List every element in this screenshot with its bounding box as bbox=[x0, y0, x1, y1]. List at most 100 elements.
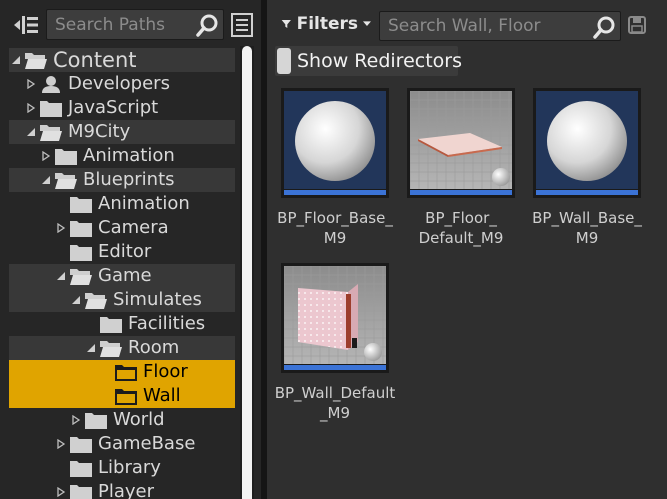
tree-item[interactable]: Developers bbox=[9, 72, 235, 96]
expanded-arrow-icon[interactable] bbox=[54, 271, 68, 281]
tree-item[interactable]: Facilities bbox=[9, 312, 235, 336]
view-options-button[interactable] bbox=[230, 12, 254, 38]
asset-tile[interactable] bbox=[281, 263, 389, 373]
tree-item[interactable]: Player bbox=[9, 480, 235, 499]
expanded-arrow-icon[interactable] bbox=[24, 127, 38, 137]
tree-item[interactable]: M9City bbox=[9, 120, 235, 144]
tree-item[interactable]: Wall bbox=[9, 384, 235, 408]
folder-open-icon bbox=[53, 169, 79, 191]
user-icon bbox=[38, 73, 64, 95]
folder-icon bbox=[68, 217, 94, 239]
asset-tile[interactable] bbox=[533, 88, 641, 198]
tree-item-label: JavaScript bbox=[68, 97, 159, 118]
asset-thumbnail bbox=[410, 91, 512, 189]
collapse-sources-button[interactable] bbox=[12, 12, 40, 38]
folder-tree: Content Developers JavaScript M9City Animati… bbox=[9, 46, 235, 499]
expanded-arrow-icon[interactable] bbox=[84, 343, 98, 353]
folder-icon bbox=[98, 313, 124, 335]
tree-item-label: Camera bbox=[98, 217, 169, 238]
tree-item[interactable]: Blueprints bbox=[9, 168, 235, 192]
folder-icon bbox=[68, 241, 94, 263]
asset-type-bar bbox=[410, 190, 512, 195]
tree-item-label: Facilities bbox=[128, 313, 206, 334]
tree-item[interactable]: Animation bbox=[9, 192, 235, 216]
show-redirectors-checkbox[interactable] bbox=[277, 48, 291, 74]
folder-icon bbox=[68, 481, 94, 499]
folder-icon bbox=[38, 97, 64, 119]
filters-button[interactable]: Filters bbox=[281, 10, 371, 38]
expanded-arrow-icon[interactable] bbox=[9, 55, 23, 65]
tree-item[interactable]: Floor bbox=[9, 360, 235, 384]
tree-item[interactable]: Library bbox=[9, 456, 235, 480]
folder-icon bbox=[113, 361, 139, 383]
search-paths-input[interactable] bbox=[47, 10, 197, 39]
asset-tile[interactable] bbox=[281, 88, 389, 198]
tree-item[interactable]: Game bbox=[9, 264, 235, 288]
tree-scrollbar-thumb[interactable] bbox=[242, 46, 252, 499]
tree-item[interactable]: Camera bbox=[9, 216, 235, 240]
folder-icon bbox=[113, 385, 139, 407]
asset-tile[interactable] bbox=[407, 88, 515, 198]
tree-scrollbar[interactable] bbox=[240, 46, 254, 499]
asset-type-bar bbox=[284, 190, 386, 195]
collapsed-arrow-icon[interactable] bbox=[24, 79, 38, 89]
save-search-icon[interactable] bbox=[627, 15, 647, 35]
tree-item-label: World bbox=[113, 409, 165, 430]
folder-open-icon bbox=[98, 337, 124, 359]
asset-name: BP_Wall_Base_ M9 bbox=[532, 209, 642, 247]
tree-item-label: Blueprints bbox=[83, 169, 175, 190]
tree-item-label: Wall bbox=[143, 385, 181, 406]
content-panel: Filters Show Redirectors bbox=[267, 0, 667, 499]
show-redirectors-toggle[interactable]: Show Redirectors bbox=[275, 46, 462, 76]
expanded-arrow-icon[interactable] bbox=[39, 175, 53, 185]
floor-plane-thumbnail-icon bbox=[410, 91, 512, 189]
tree-item-label: Floor bbox=[143, 361, 188, 382]
tree-item-label: Simulates bbox=[113, 289, 202, 310]
tree-item[interactable]: GameBase bbox=[9, 432, 235, 456]
tree-item[interactable]: Editor bbox=[9, 240, 235, 264]
asset-name: BP_Floor_Base_ M9 bbox=[277, 209, 393, 247]
folder-icon bbox=[68, 193, 94, 215]
list-view-icon bbox=[231, 13, 253, 37]
tree-item-label: Room bbox=[128, 337, 180, 358]
tree-item-label: Editor bbox=[98, 241, 152, 262]
folder-open-icon bbox=[83, 289, 109, 311]
asset-name: BP_Wall_Default _M9 bbox=[274, 384, 396, 422]
sphere-thumbnail-icon bbox=[536, 91, 638, 189]
asset-thumbnail bbox=[536, 91, 638, 189]
filter-icon bbox=[281, 20, 291, 28]
tree-item-label: M9City bbox=[68, 121, 131, 142]
collapsed-arrow-icon[interactable] bbox=[24, 103, 38, 113]
folder-open-icon bbox=[68, 265, 94, 287]
tree-item-label: Developers bbox=[68, 73, 170, 94]
tree-item[interactable]: Content bbox=[9, 48, 235, 72]
asset-type-bar bbox=[284, 365, 386, 370]
collapsed-arrow-icon[interactable] bbox=[54, 487, 68, 497]
search-paths-box bbox=[46, 9, 224, 40]
tree-item-label: Game bbox=[98, 265, 152, 286]
tree-item-label: Animation bbox=[98, 193, 190, 214]
folder-icon bbox=[68, 457, 94, 479]
tree-item[interactable]: Room bbox=[9, 336, 235, 360]
collapsed-arrow-icon[interactable] bbox=[69, 415, 83, 425]
tree-item-label: Library bbox=[98, 457, 161, 478]
tree-item[interactable]: Animation bbox=[9, 144, 235, 168]
folder-open-icon bbox=[23, 49, 49, 71]
tree-item[interactable]: Simulates bbox=[9, 288, 235, 312]
collapsed-arrow-icon[interactable] bbox=[54, 223, 68, 233]
search-icon[interactable] bbox=[592, 14, 618, 40]
collapsed-arrow-icon[interactable] bbox=[54, 439, 68, 449]
wall-box-thumbnail-icon bbox=[284, 266, 386, 364]
expanded-arrow-icon[interactable] bbox=[69, 295, 83, 305]
search-icon[interactable] bbox=[195, 12, 221, 38]
tree-item[interactable]: World bbox=[9, 408, 235, 432]
tree-item-label: Player bbox=[98, 481, 155, 499]
chevron-down-icon bbox=[363, 21, 371, 26]
collapsed-arrow-icon[interactable] bbox=[39, 151, 53, 161]
folder-open-icon bbox=[38, 121, 64, 143]
tree-item-label: GameBase bbox=[98, 433, 196, 454]
show-redirectors-label: Show Redirectors bbox=[297, 50, 462, 72]
tree-item-label: Animation bbox=[83, 145, 175, 166]
tree-item[interactable]: JavaScript bbox=[9, 96, 235, 120]
search-assets-input[interactable] bbox=[380, 12, 590, 40]
